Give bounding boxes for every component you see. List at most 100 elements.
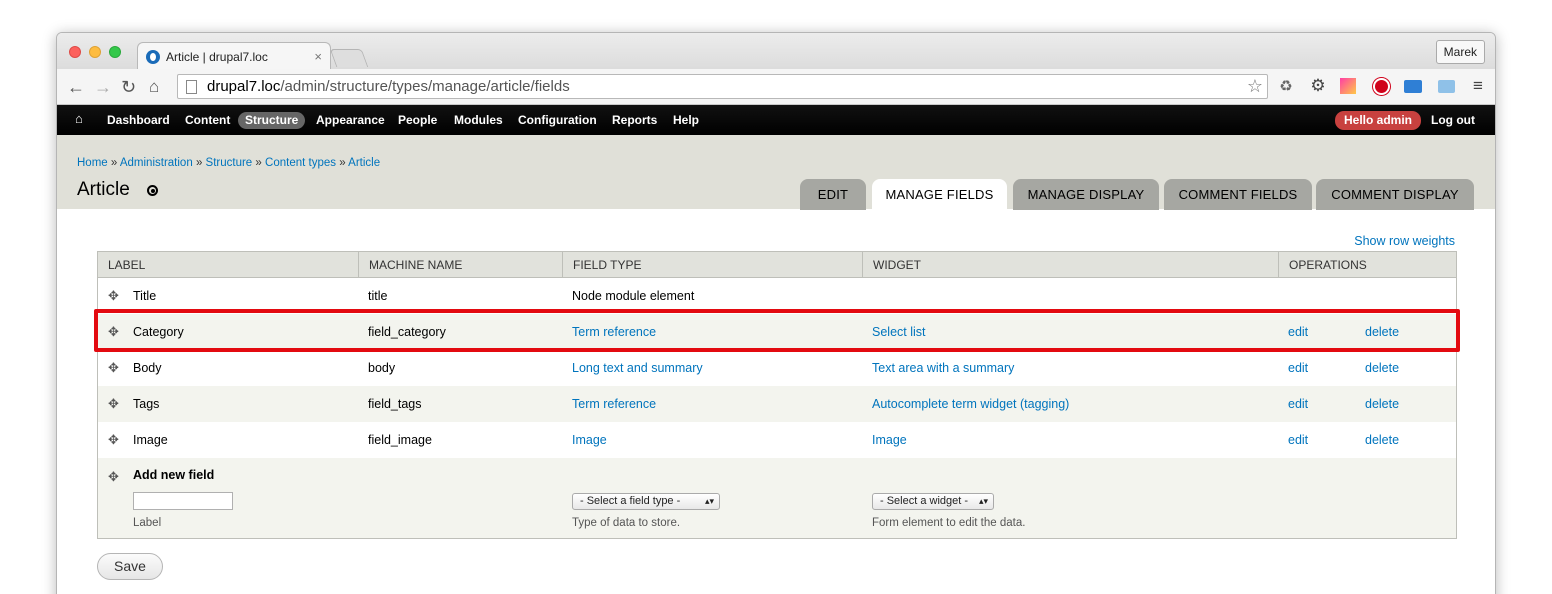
- add-shortcut-icon[interactable]: [147, 185, 158, 196]
- zoom-window-button[interactable]: [109, 46, 121, 58]
- page-title: Article: [77, 179, 130, 200]
- tag-extension-icon[interactable]: [1404, 77, 1422, 95]
- admin-menu-content[interactable]: Content: [185, 112, 230, 129]
- drag-handle-icon[interactable]: ✥: [108, 397, 119, 411]
- browser-tab[interactable]: Article | drupal7.loc ×: [137, 42, 331, 70]
- admin-menu-help[interactable]: Help: [673, 112, 699, 129]
- drag-handle-icon[interactable]: ✥: [108, 361, 119, 375]
- field-label: Image: [133, 433, 168, 447]
- admin-menu-structure[interactable]: Structure: [238, 112, 306, 129]
- field-widget-link[interactable]: Image: [872, 422, 907, 458]
- header-machine-name: MACHINE NAME: [358, 252, 562, 278]
- tab-edit[interactable]: EDIT: [800, 179, 866, 210]
- delete-link[interactable]: delete: [1365, 422, 1399, 458]
- widget-hint: Form element to edit the data.: [872, 517, 1026, 529]
- field-type-hint: Type of data to store.: [572, 517, 681, 529]
- forward-arrow-icon[interactable]: →: [94, 75, 112, 99]
- tab-title: Article | drupal7.loc: [166, 49, 268, 64]
- field-machine-name: field_image: [368, 433, 432, 447]
- widget-select[interactable]: - Select a widget - ▴▾: [872, 493, 994, 510]
- select-arrows-icon: ▴▾: [704, 496, 714, 506]
- field-widget-link[interactable]: Text area with a summary: [872, 350, 1014, 386]
- show-row-weights-link[interactable]: Show row weights: [1354, 234, 1455, 248]
- save-button[interactable]: Save: [97, 553, 163, 580]
- back-arrow-icon[interactable]: ←: [67, 75, 85, 99]
- admin-toolbar: ⌂ Dashboard Content Structure Appearance…: [57, 105, 1495, 135]
- drag-handle-icon[interactable]: ✥: [108, 289, 119, 303]
- breadcrumb: Home » Administration » Structure » Cont…: [77, 157, 380, 169]
- home-icon[interactable]: ⌂: [149, 75, 159, 99]
- gear-extension-icon[interactable]: ⚙: [1309, 76, 1327, 95]
- breadcrumb-content-types[interactable]: Content types: [265, 157, 336, 169]
- tab-comment-display[interactable]: COMMENT DISPLAY: [1316, 179, 1474, 210]
- field-label: Body: [133, 361, 162, 375]
- admin-menu-reports[interactable]: Reports: [612, 112, 657, 129]
- minimize-window-button[interactable]: [89, 46, 101, 58]
- tab-manage-fields[interactable]: MANAGE FIELDS: [872, 179, 1007, 210]
- delete-link[interactable]: delete: [1365, 386, 1399, 422]
- admin-home-icon[interactable]: ⌂: [75, 111, 83, 126]
- recycle-extension-icon[interactable]: ♻: [1277, 77, 1295, 95]
- tab-close-icon[interactable]: ×: [314, 49, 322, 64]
- header-label: LABEL: [108, 258, 146, 272]
- edit-link[interactable]: edit: [1288, 350, 1308, 386]
- breadcrumb-administration[interactable]: Administration: [120, 157, 193, 169]
- field-type-link[interactable]: Term reference: [572, 386, 656, 422]
- field-machine-name: body: [368, 361, 396, 375]
- title-bar: Article | drupal7.loc × Marek: [57, 33, 1495, 70]
- logout-link[interactable]: Log out: [1431, 113, 1475, 127]
- breadcrumb-separator: »: [195, 157, 203, 169]
- url-host: drupal7.loc: [207, 78, 281, 95]
- address-bar[interactable]: drupal7.loc/admin/structure/types/manage…: [177, 74, 1268, 99]
- field-label: Tags: [133, 397, 160, 411]
- select-arrows-icon: ▴▾: [978, 496, 988, 506]
- drag-handle-icon[interactable]: ✥: [108, 433, 119, 447]
- add-new-field-row: ✥ Add new field Label - Select a field t…: [98, 458, 1456, 538]
- category-row-highlight: [94, 309, 1460, 352]
- table-row: ✥ Body body Long text and summary Text a…: [98, 350, 1456, 386]
- field-widget-link[interactable]: Autocomplete term widget (tagging): [872, 386, 1069, 422]
- widget-select-value: - Select a widget -: [880, 495, 969, 507]
- new-field-label-input[interactable]: [133, 492, 233, 510]
- field-type-link[interactable]: Image: [572, 422, 607, 458]
- breadcrumb-article[interactable]: Article: [348, 157, 380, 169]
- menu-icon[interactable]: ≡: [1469, 76, 1487, 95]
- bookmark-star-icon[interactable]: ☆: [1247, 76, 1263, 97]
- header-operations: OPERATIONS: [1278, 252, 1456, 278]
- breadcrumb-structure[interactable]: Structure: [206, 157, 253, 169]
- add-new-field-title: Add new field: [133, 468, 215, 482]
- breadcrumb-separator: »: [110, 157, 118, 169]
- breadcrumb-home[interactable]: Home: [77, 157, 108, 169]
- hello-admin-badge[interactable]: Hello admin: [1334, 111, 1421, 130]
- breadcrumb-separator: »: [339, 157, 346, 169]
- edit-link[interactable]: edit: [1288, 422, 1308, 458]
- adblock-extension-icon[interactable]: [1372, 77, 1390, 95]
- admin-menu-people[interactable]: People: [398, 112, 437, 129]
- header-widget: WIDGET: [862, 252, 1278, 278]
- reload-icon[interactable]: ↻: [121, 75, 136, 99]
- field-type-link[interactable]: Long text and summary: [572, 350, 703, 386]
- gradient-extension-icon[interactable]: [1339, 77, 1357, 95]
- table-row: ✥ Image field_image Image Image edit del…: [98, 422, 1456, 458]
- field-type-select[interactable]: - Select a field type - ▴▾: [572, 493, 720, 510]
- browser-window: Article | drupal7.loc × Marek ← → ↻ ⌂ dr…: [56, 32, 1496, 594]
- admin-menu-modules[interactable]: Modules: [454, 112, 503, 129]
- delete-link[interactable]: delete: [1365, 350, 1399, 386]
- admin-menu-dashboard[interactable]: Dashboard: [107, 112, 170, 129]
- fields-table: LABEL MACHINE NAME FIELD TYPE WIDGET OPE…: [97, 251, 1457, 539]
- field-machine-name: field_tags: [368, 397, 422, 411]
- close-window-button[interactable]: [69, 46, 81, 58]
- tab-manage-display[interactable]: MANAGE DISPLAY: [1013, 179, 1159, 210]
- camera-extension-icon[interactable]: [1437, 77, 1455, 95]
- edit-link[interactable]: edit: [1288, 386, 1308, 422]
- url-path: /admin/structure/types/manage/article/fi…: [280, 78, 570, 95]
- tab-comment-fields[interactable]: COMMENT FIELDS: [1164, 179, 1312, 210]
- admin-menu-appearance[interactable]: Appearance: [316, 112, 385, 129]
- drag-handle-icon[interactable]: ✥: [108, 470, 119, 484]
- admin-menu-configuration[interactable]: Configuration: [518, 112, 597, 129]
- new-tab-button[interactable]: [329, 49, 369, 67]
- field-type-select-value: - Select a field type -: [580, 495, 681, 507]
- header-field-type: FIELD TYPE: [562, 252, 862, 278]
- drupal-favicon-icon: [146, 49, 160, 64]
- profile-button[interactable]: Marek: [1435, 40, 1485, 64]
